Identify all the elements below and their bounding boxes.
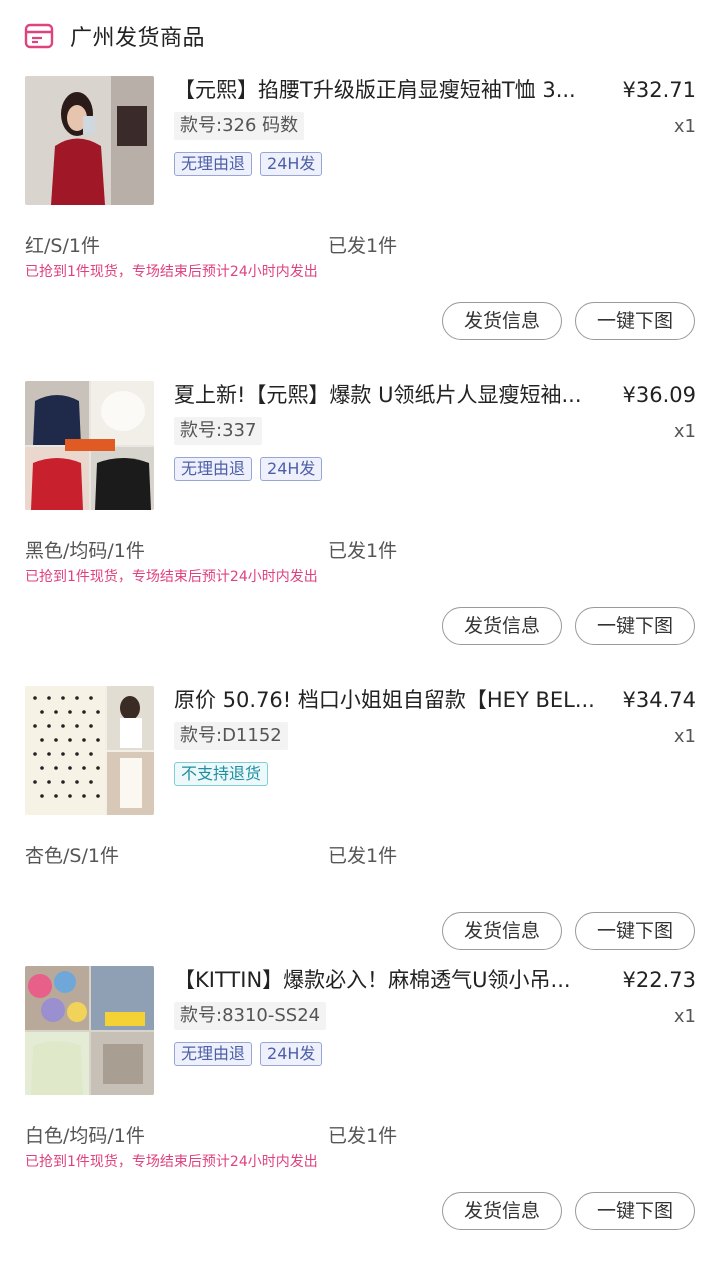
product-title[interactable]: 原价 50.76! 档口小姐姐自留款【HEY BEL... <box>174 686 606 714</box>
product-card[interactable]: 【KITTIN】爆款必入！麻棉透气U领小吊... ¥22.73 款号:8310-… <box>0 966 720 1246</box>
product-spec: 红/S/1件 <box>25 235 100 257</box>
product-quantity: x1 <box>673 116 696 137</box>
product-quantity: x1 <box>673 421 696 442</box>
product-title[interactable]: 夏上新!【元熙】爆款 U领纸片人显瘦短袖... <box>174 381 606 409</box>
product-spec: 黑色/均码/1件 <box>25 540 145 562</box>
product-sku: 款号:8310-SS24 <box>174 1002 327 1030</box>
product-thumbnail[interactable] <box>25 76 154 205</box>
product-price: ¥22.73 <box>622 968 696 992</box>
stock-note: 已抢到1件现货，专场结束后预计24小时内发出 <box>25 264 318 280</box>
shipping-info-button[interactable]: 发货信息 <box>442 607 562 645</box>
stock-note: 已抢到1件现货，专场结束后预计24小时内发出 <box>25 569 318 585</box>
tag-return: 无理由退 <box>174 152 253 176</box>
tag-24h: 24H发 <box>260 457 323 481</box>
product-thumbnail[interactable] <box>25 686 154 815</box>
tag-return: 无理由退 <box>174 457 253 481</box>
tag-24h: 24H发 <box>260 1042 323 1066</box>
product-sku: 款号:D1152 <box>174 722 288 750</box>
product-card[interactable]: 【元熙】掐腰T升级版正肩显瘦短袖T恤 3... ¥32.71 款号:326 码数… <box>0 76 720 356</box>
download-images-button[interactable]: 一键下图 <box>575 302 695 340</box>
shipped-status: 已发1件 <box>328 1125 398 1147</box>
download-images-button[interactable]: 一键下图 <box>575 1192 695 1230</box>
section-header: 广州发货商品 <box>0 0 720 70</box>
product-title[interactable]: 【KITTIN】爆款必入！麻棉透气U领小吊... <box>174 966 606 994</box>
product-price: ¥34.74 <box>622 688 696 712</box>
section-title: 广州发货商品 <box>70 26 206 51</box>
product-card[interactable]: 夏上新!【元熙】爆款 U领纸片人显瘦短袖... ¥36.09 款号:337 x1… <box>0 381 720 661</box>
product-thumbnail[interactable] <box>25 966 154 1095</box>
shipping-info-button[interactable]: 发货信息 <box>442 1192 562 1230</box>
product-quantity: x1 <box>673 1006 696 1027</box>
shipped-status: 已发1件 <box>328 845 398 867</box>
box-icon <box>24 23 54 49</box>
shipped-status: 已发1件 <box>328 235 398 257</box>
shipped-status: 已发1件 <box>328 540 398 562</box>
tag-return: 无理由退 <box>174 1042 253 1066</box>
product-tags: 不支持退货 <box>174 762 269 786</box>
shipping-info-button[interactable]: 发货信息 <box>442 912 562 950</box>
product-tags: 无理由退 24H发 <box>174 1042 323 1066</box>
product-thumbnail[interactable] <box>25 381 154 510</box>
product-sku: 款号:337 <box>174 417 263 445</box>
download-images-button[interactable]: 一键下图 <box>575 912 695 950</box>
product-sku: 款号:326 码数 <box>174 112 305 140</box>
product-title[interactable]: 【元熙】掐腰T升级版正肩显瘦短袖T恤 3... <box>174 76 606 104</box>
product-price: ¥32.71 <box>622 78 696 102</box>
tag-no-return: 不支持退货 <box>174 762 269 786</box>
product-card[interactable]: 原价 50.76! 档口小姐姐自留款【HEY BEL... ¥34.74 款号:… <box>0 686 720 966</box>
product-tags: 无理由退 24H发 <box>174 457 323 481</box>
stock-note: 已抢到1件现货，专场结束后预计24小时内发出 <box>25 1154 318 1170</box>
shipping-info-button[interactable]: 发货信息 <box>442 302 562 340</box>
download-images-button[interactable]: 一键下图 <box>575 607 695 645</box>
product-spec: 杏色/S/1件 <box>25 845 119 867</box>
tag-24h: 24H发 <box>260 152 323 176</box>
product-spec: 白色/均码/1件 <box>25 1125 145 1147</box>
product-quantity: x1 <box>673 726 696 747</box>
product-price: ¥36.09 <box>622 383 696 407</box>
product-tags: 无理由退 24H发 <box>174 152 323 176</box>
